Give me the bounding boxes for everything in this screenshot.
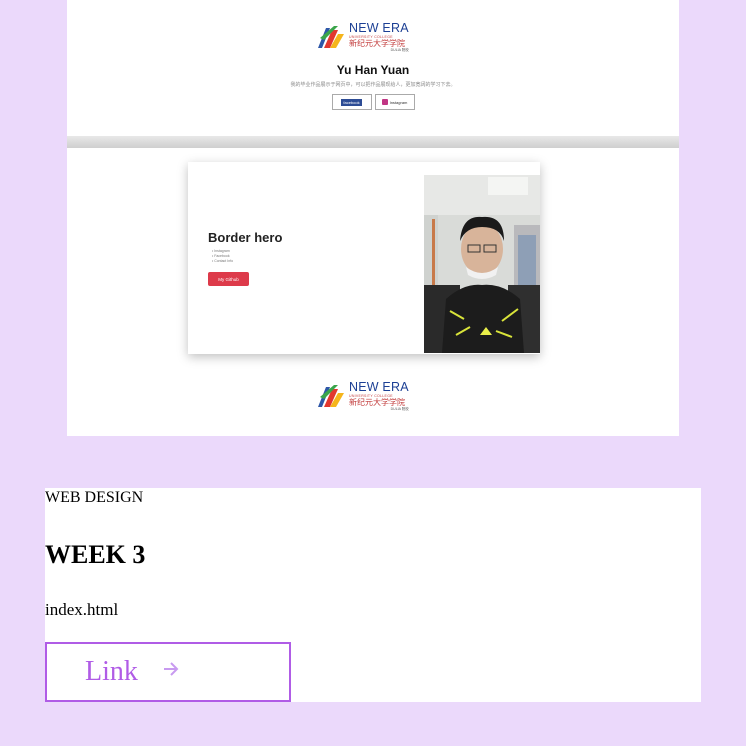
profile-photo [424, 175, 540, 353]
logo-line3: 新纪元大学学院 [349, 39, 405, 48]
facebook-label: facebook [341, 98, 362, 106]
week-title: WEEK 3 [45, 540, 146, 569]
hero-list-item[interactable]: • Contact Info [212, 259, 233, 264]
logo-line4: DULIA 院校 [390, 48, 409, 52]
arrow-right-icon [163, 662, 179, 676]
page-preview: NEW ERA UNIVERSITY COLLEGE 新纪元大学学院 DULIA… [67, 0, 679, 436]
logo-line4: DULIA 院校 [390, 407, 409, 411]
logo-line1: NEW ERA [349, 380, 409, 394]
logo-mark-icon [318, 26, 344, 49]
github-button[interactable]: My Github [208, 272, 249, 286]
border-hero-card: Border hero • Instagram • Facebook • Con… [188, 162, 540, 354]
file-name: index.html [45, 600, 119, 619]
profile-subtitle: 我的毕业作品展示于网页中，可以把作品展现给人，更加宽阔的学习下去。 [290, 82, 456, 88]
instagram-label: Instagram [389, 99, 408, 105]
hero-list: • Instagram • Facebook • Contact Info [212, 249, 233, 264]
link-label: Link [85, 656, 138, 687]
section-divider [67, 136, 679, 148]
preview-header: NEW ERA UNIVERSITY COLLEGE 新纪元大学学院 DULIA… [67, 0, 679, 136]
link-button[interactable]: Link [45, 642, 291, 702]
profile-name: Yu Han Yuan [336, 63, 410, 77]
new-era-logo-footer: NEW ERA UNIVERSITY COLLEGE 新纪元大学学院 DULIA… [316, 381, 409, 412]
instagram-icon [381, 99, 388, 105]
logo-line3: 新纪元大学学院 [349, 398, 405, 407]
new-era-logo: NEW ERA UNIVERSITY COLLEGE 新纪元大学学院 DULIA… [316, 22, 409, 53]
social-buttons: facebook Instagram [67, 94, 679, 110]
facebook-button[interactable]: facebook [331, 94, 372, 110]
logo-line1: NEW ERA [349, 21, 409, 35]
course-label: WEB DESIGN [45, 489, 144, 506]
project-card: WEB DESIGN WEEK 3 index.html Link [45, 488, 701, 702]
instagram-button[interactable]: Instagram [374, 94, 415, 110]
logo-mark-icon [318, 385, 344, 408]
hero-title: Border hero [208, 230, 283, 245]
